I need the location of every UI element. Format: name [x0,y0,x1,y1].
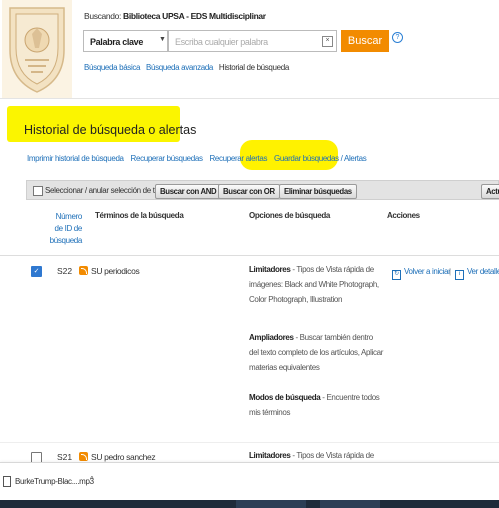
search-input[interactable]: Escriba cualquier palabra × [168,30,337,52]
download-bar: BurkeTrump-Blac....mp3 ^ [0,462,499,501]
history-action-links: Imprimir historial de búsqueda Recuperar… [27,154,371,163]
history-toolbar: Seleccionar / anular selección de todo B… [26,180,499,200]
file-icon [3,476,11,487]
details-label: Ver detalles [467,267,499,276]
limiters-option: Limitadores - Tipos de Vista rápida de [249,448,384,463]
search-button[interactable]: Buscar [341,30,389,52]
search-field-value: Palabra clave [90,37,143,47]
column-header-terms: Términos de la búsqueda [95,211,184,220]
limiters-label: Limitadores [249,265,291,274]
university-seal-logo[interactable] [2,0,72,98]
basic-search-link[interactable]: Búsqueda básica [84,63,140,72]
limiters-text: - Tipos de Vista rápida de [290,451,374,460]
column-header-actions: Acciones [387,211,420,220]
limiters-label: Limitadores [249,451,291,460]
search-modes-option: Modos de búsqueda - Encuentre todos mis … [249,390,384,420]
clear-search-icon[interactable]: × [322,36,333,47]
page-title: Historial de búsqueda o alertas [24,123,197,137]
print-history-link[interactable]: Imprimir historial de búsqueda [27,154,124,163]
select-all-label[interactable]: Seleccionar / anular selección de todo [45,186,167,195]
header: Buscando: Biblioteca UPSA - EDS Multidis… [0,0,499,98]
save-searches-alerts-link[interactable]: Guardar búsquedas / Alertas [274,154,367,163]
row-id: S22 [57,266,73,276]
view-details-link[interactable]: iVer detalles [455,267,499,280]
retrieve-alerts-link[interactable]: Recuperar alertas [210,154,268,163]
actions-separator: | [449,267,452,276]
rerun-search-link[interactable]: ↻ Volver a iniciar [392,267,451,280]
limiters-option: Limitadores - Tipos de Vista rápida de i… [249,262,384,307]
delete-searches-button[interactable]: Eliminar búsquedas [279,184,357,199]
column-header-id-line2[interactable]: de ID de [48,223,83,235]
row-id: S21 [57,452,73,462]
advanced-search-link[interactable]: Búsqueda avanzada [146,63,213,72]
rerun-icon: ↻ [392,270,401,280]
row-search-term: SU pedro sanchez [91,452,156,462]
row-checkbox-s22[interactable]: ✓ [31,266,42,277]
header-nav-links: Búsqueda básica Búsqueda avanzada Histor… [84,63,293,72]
searching-prefix: Buscando: [84,11,122,21]
download-options-caret[interactable]: ^ [90,475,94,484]
search-with-or-button[interactable]: Buscar con OR [218,184,280,199]
rss-alert-icon[interactable] [79,452,88,461]
searching-database-line: Buscando: Biblioteca UPSA - EDS Multidis… [84,11,266,21]
retrieve-searches-link[interactable]: Recuperar búsquedas [131,154,203,163]
download-file-name[interactable]: BurkeTrump-Blac....mp3 [15,477,94,486]
update-button[interactable]: Actu [481,184,499,199]
taskbar-item[interactable] [320,500,380,508]
chevron-down-icon: ▼ [159,36,166,43]
row-divider [0,442,499,443]
header-divider [0,98,499,99]
table-header-divider [0,255,499,256]
row-search-term: SU periodicos [91,266,140,276]
column-header-options: Opciones de búsqueda [249,211,331,220]
column-header-id-line3[interactable]: búsqueda [48,235,83,247]
search-with-and-button[interactable]: Buscar con AND [155,184,222,199]
taskbar [0,500,499,508]
expanders-option: Ampliadores - Buscar también dentro del … [249,330,384,375]
database-name: Biblioteca UPSA - EDS Multidisciplinar [123,11,266,21]
column-header-id-line1[interactable]: Número [48,211,83,223]
search-field-select[interactable]: Palabra clave ▼ [83,30,168,52]
rerun-label: Volver a iniciar [404,267,451,276]
expanders-label: Ampliadores [249,333,294,342]
search-placeholder: Escriba cualquier palabra [175,37,268,47]
select-all-checkbox[interactable] [33,186,43,196]
column-header-id: Número de ID de búsqueda [48,211,83,247]
modes-label: Modos de búsqueda [249,393,321,402]
help-icon[interactable]: ? [392,32,403,43]
rss-alert-icon[interactable] [79,266,88,275]
info-icon: i [455,270,464,280]
taskbar-item[interactable] [236,500,306,508]
search-history-link[interactable]: Historial de búsqueda [219,63,289,72]
